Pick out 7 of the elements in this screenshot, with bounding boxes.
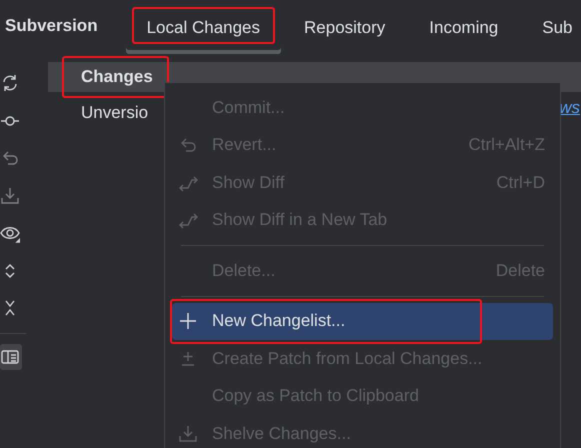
tab[interactable]: Repository <box>283 4 406 54</box>
plus-icon <box>178 311 198 332</box>
download-icon <box>178 424 198 444</box>
panel-icon[interactable] <box>0 344 22 370</box>
panel-title: Subversion <box>4 16 99 37</box>
tab[interactable]: Sub <box>521 4 581 54</box>
tab[interactable]: Incoming <box>408 4 520 54</box>
